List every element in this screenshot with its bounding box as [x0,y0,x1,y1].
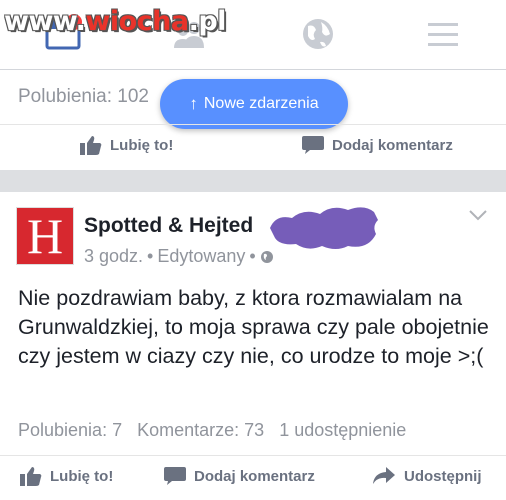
post-meta: 3 godz. • Edytowany • [84,246,274,267]
page-name-link[interactable]: Spotted & Hejted [84,214,253,238]
post1-likes-count[interactable]: Polubienia: 102 [18,86,149,108]
edited-label[interactable]: Edytowany [157,246,245,267]
post1-comment-button[interactable]: Dodaj komentarz [302,135,453,155]
likes-count[interactable]: Polubienia: 7 [18,420,122,440]
post2-actions: Lubię to! Dodaj komentarz Udostępnij [0,455,506,500]
post1-actions: Lubię to! Dodaj komentarz [0,124,506,170]
shares-count[interactable]: 1 udostępnienie [279,420,406,440]
comment-icon [302,136,324,154]
new-stories-label: Nowe zdarzenia [203,95,319,112]
post-time[interactable]: 3 godz. [84,246,143,267]
censor-scribble [270,207,378,249]
thumbs-up-icon [80,136,102,155]
post-body-text: Nie pozdrawiam baby, z ktora rozmawialam… [18,286,489,368]
feed-separator [0,170,506,192]
share-label: Udostępnij [404,467,482,485]
watermark-logo: www.wiocha.pl [4,6,226,37]
comment-label: Dodaj komentarz [332,136,453,154]
comment-icon [164,467,186,485]
page-avatar[interactable]: H [16,207,74,265]
like-label: Lubię to! [110,136,174,154]
new-stories-button[interactable]: ↑ Nowe zdarzenia [160,79,348,129]
post2-like-button[interactable]: Lubię to! [20,466,113,486]
meta-dot: • [249,246,256,266]
globe-icon[interactable] [298,14,338,54]
post2-stats: Polubienia: 7 Komentarze: 73 1 udostępni… [18,420,416,441]
comments-count[interactable]: Komentarze: 73 [137,420,264,440]
arrow-up-icon: ↑ [189,94,198,113]
post2-share-button[interactable]: Udostępnij [372,466,482,486]
share-arrow-icon [373,467,395,484]
post1-like-button[interactable]: Lubię to! [80,135,173,155]
thumbs-up-icon [20,467,42,486]
chevron-down-icon[interactable] [468,208,488,222]
meta-dot: • [147,246,154,266]
menu-icon[interactable] [424,14,464,54]
comment-label: Dodaj komentarz [194,467,315,485]
post2-comment-button[interactable]: Dodaj komentarz [164,466,315,486]
privacy-globe-icon [260,250,273,263]
like-label: Lubię to! [50,467,114,485]
